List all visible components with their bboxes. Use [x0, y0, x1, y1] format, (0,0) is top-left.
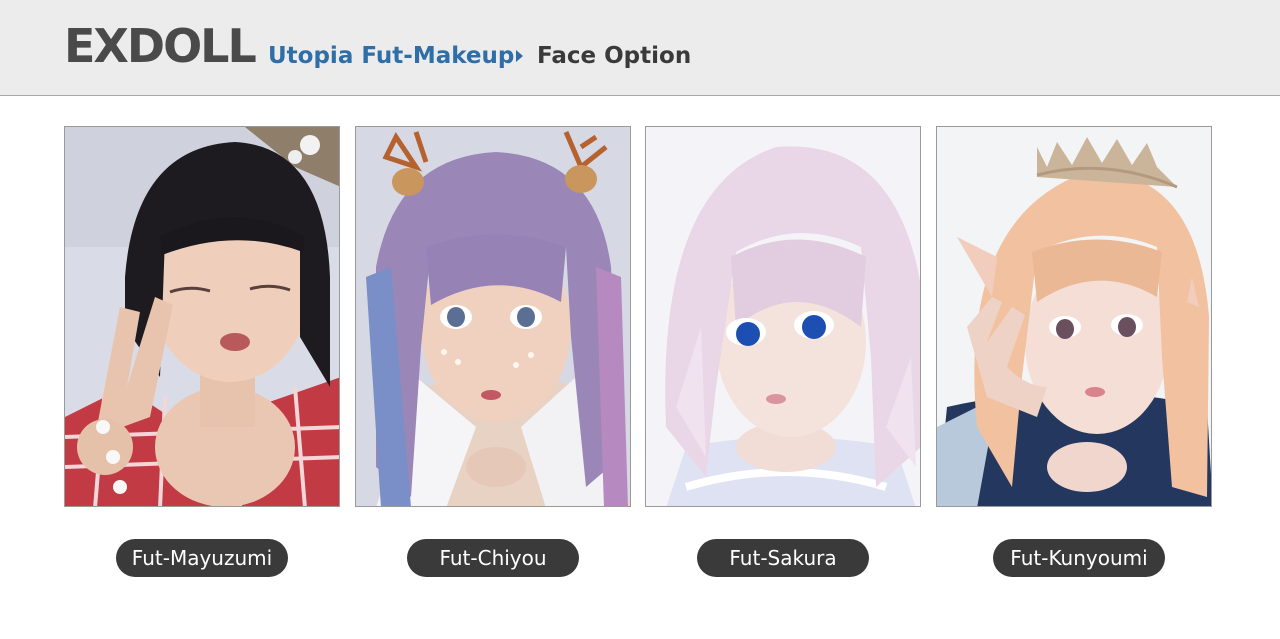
exdoll-logo[interactable]: EXDOLL — [64, 22, 257, 70]
site-header: EXDOLL Utopia Fut-Makeup Face Option — [0, 0, 1280, 96]
face-label-kunyoumi[interactable]: Fut-Kunyoumi — [993, 539, 1165, 577]
face-label-sakura[interactable]: Fut-Sakura — [697, 539, 869, 577]
face-card-sakura[interactable] — [645, 126, 921, 507]
breadcrumb-link[interactable]: Utopia Fut-Makeup — [268, 40, 514, 72]
face-label-mayuzumi[interactable]: Fut-Mayuzumi — [116, 539, 288, 577]
face-image-mayuzumi — [65, 127, 339, 506]
face-card-kunyoumi[interactable] — [936, 126, 1212, 507]
face-card-mayuzumi[interactable] — [64, 126, 340, 507]
face-image-kunyoumi — [937, 127, 1211, 506]
page-title: Face Option — [537, 43, 692, 69]
face-card-chiyou[interactable] — [355, 126, 631, 507]
face-label-chiyou[interactable]: Fut-Chiyou — [407, 539, 579, 577]
chevron-right-icon — [516, 50, 523, 62]
face-image-chiyou — [356, 127, 630, 506]
face-image-sakura — [646, 127, 920, 506]
